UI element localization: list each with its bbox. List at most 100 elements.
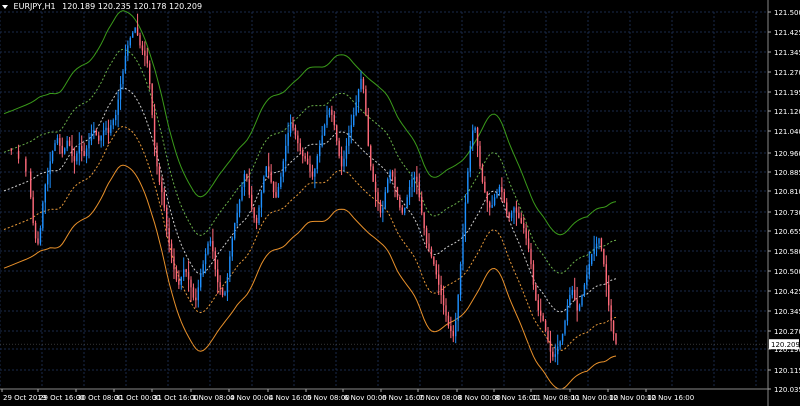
candle-body — [464, 202, 467, 234]
symbol-label: EURJPY,H1 — [13, 2, 56, 11]
price-tick-label: 121.270 — [774, 69, 800, 77]
candle-body — [537, 300, 539, 311]
candle-body — [173, 256, 175, 270]
candle-body — [17, 150, 20, 159]
candle-body — [231, 238, 233, 257]
candle-body — [163, 192, 165, 208]
candle-body — [365, 89, 367, 115]
candle-body — [447, 315, 450, 326]
candle-body — [180, 277, 182, 285]
price-chart[interactable]: 121.500 121.425 121.345 121.270 121.195 121.1… — [0, 0, 800, 406]
candle-body — [175, 269, 178, 280]
candle-body — [221, 287, 224, 296]
candle-body — [348, 132, 350, 146]
candle-body — [66, 140, 68, 149]
candle-body — [549, 341, 552, 352]
candle-body — [51, 150, 54, 162]
candle-body — [49, 161, 51, 175]
candle-body — [289, 122, 292, 133]
candle-body — [115, 114, 117, 121]
candle-body — [353, 114, 355, 126]
candle-body — [418, 181, 420, 198]
candle-body — [202, 264, 204, 275]
candle-body — [396, 186, 399, 198]
candle-body — [598, 238, 600, 244]
candle-body — [64, 148, 66, 154]
candle-body — [445, 305, 447, 316]
candle-body — [277, 186, 280, 198]
candle-body — [238, 199, 241, 213]
candle-body — [124, 55, 127, 72]
price-tick-label: 120.115 — [774, 367, 800, 375]
candle-body — [105, 127, 107, 131]
candle-body — [287, 132, 289, 146]
candle-body — [469, 145, 471, 172]
price-tick-label: 121.345 — [774, 49, 800, 57]
candle-body — [32, 197, 34, 224]
candle-body — [294, 127, 297, 136]
candle-body — [214, 251, 216, 270]
candle-body — [493, 197, 496, 206]
candle-body — [151, 84, 153, 115]
candle-body — [304, 156, 306, 159]
candle-body — [78, 145, 80, 154]
candle-body — [455, 320, 457, 337]
price-tick-label: 120.810 — [774, 188, 800, 196]
candle-body — [593, 248, 595, 254]
candle-body — [158, 166, 161, 182]
candle-body — [489, 202, 491, 208]
candle-body — [442, 295, 445, 306]
candle-body — [416, 176, 418, 182]
candle-body — [299, 143, 301, 151]
candle-body — [297, 135, 299, 144]
candle-body — [90, 132, 93, 141]
candle-body — [314, 168, 316, 177]
candle-body — [100, 135, 102, 141]
candle-body — [146, 55, 148, 64]
candle-body — [30, 171, 32, 198]
candle-body — [258, 207, 260, 224]
price-tick-label: 120.500 — [774, 268, 800, 276]
candle-body — [433, 256, 435, 265]
candle-body — [423, 212, 425, 229]
candle-body — [119, 84, 122, 100]
candle-body — [81, 145, 83, 151]
candle-body — [42, 202, 44, 229]
candle-body — [399, 197, 401, 208]
candle-body — [554, 354, 556, 357]
candle-body — [156, 145, 158, 167]
candle-body — [309, 163, 311, 172]
candle-body — [68, 140, 71, 146]
candle-body — [292, 122, 294, 128]
ohlc-values: 120.189 120.235 120.178 120.209 — [62, 2, 203, 11]
candle-body — [540, 310, 542, 316]
candle-body — [56, 138, 59, 144]
price-tick-label: 120.885 — [774, 169, 800, 177]
candle-body — [583, 284, 586, 296]
candle-body — [331, 109, 333, 115]
candle-body — [190, 279, 192, 288]
candle-body — [263, 176, 265, 193]
current-price-label: 120.209 — [771, 341, 800, 349]
time-tick-label: 1 Nov 08:00 — [192, 394, 235, 402]
candle-body — [98, 135, 100, 141]
candle-body — [428, 243, 430, 249]
candle-body — [430, 248, 433, 257]
candle-body — [139, 35, 141, 46]
candle-body — [612, 320, 615, 334]
candle-body — [610, 305, 612, 321]
candle-body — [229, 256, 231, 278]
candle-body — [110, 125, 112, 133]
candle-body — [496, 192, 498, 198]
candle-body — [518, 212, 520, 218]
candle-body — [178, 279, 180, 285]
candle-body — [224, 292, 226, 296]
dropdown-triangle-icon[interactable] — [2, 4, 8, 9]
candle-body — [484, 181, 486, 193]
candle-body — [544, 320, 547, 332]
candle-body — [217, 269, 219, 283]
candle-body — [532, 264, 535, 285]
candle-body — [336, 125, 338, 141]
candle-body — [387, 179, 389, 193]
candle-body — [61, 145, 63, 154]
